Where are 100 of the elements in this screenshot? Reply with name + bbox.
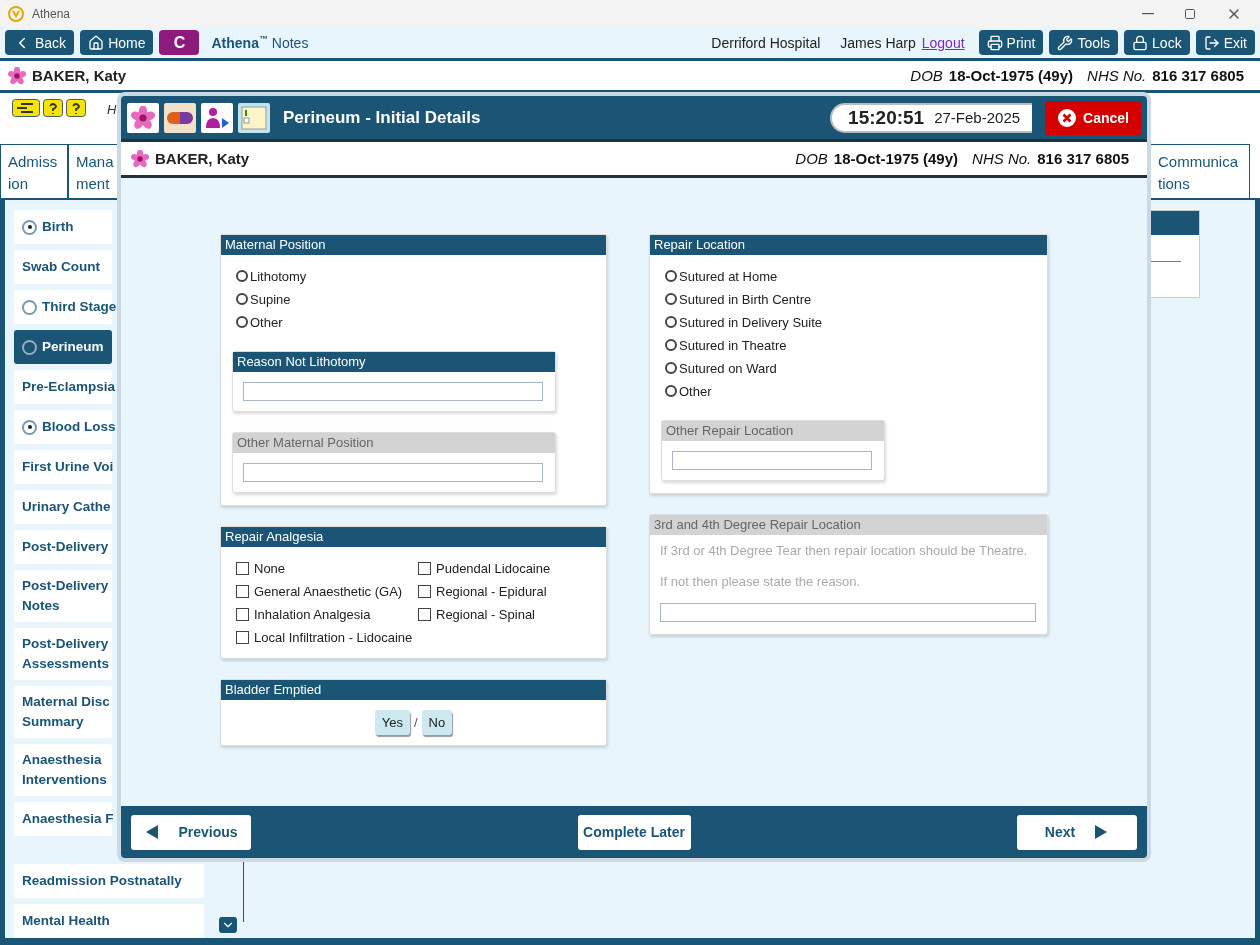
radio-option[interactable]: Other: [236, 313, 606, 331]
dob-label: DOB: [910, 67, 943, 85]
radio-option[interactable]: Sutured on Ward: [665, 359, 1047, 377]
sub-panel-header: Reason Not Lithotomy: [233, 352, 555, 372]
app-logo-icon: [8, 5, 24, 22]
tools-button[interactable]: Tools: [1049, 30, 1119, 56]
radio-button[interactable]: [665, 316, 677, 328]
radio-button[interactable]: [665, 362, 677, 374]
checkbox[interactable]: [418, 607, 431, 621]
checkbox-option[interactable]: Inhalation Analgesia: [236, 605, 418, 623]
scroll-down-button[interactable]: [219, 917, 237, 933]
checkbox-option[interactable]: Regional - Epidural: [418, 582, 606, 600]
cancel-button[interactable]: Cancel: [1045, 100, 1141, 135]
radio-button[interactable]: [236, 316, 248, 328]
printer-icon: [986, 34, 1003, 51]
radio-button[interactable]: [665, 293, 677, 305]
sidebar-item[interactable]: Post-Delivery Notes: [14, 570, 112, 622]
panel-header: Bladder Emptied: [221, 680, 606, 700]
dob-value: 18-Oct-1975 (49y): [948, 67, 1074, 85]
checkbox-option[interactable]: Regional - Spinal: [418, 605, 606, 623]
print-button[interactable]: Print: [978, 30, 1044, 56]
checkbox-option[interactable]: Local Infiltration - Lidocaine: [236, 628, 418, 646]
pill-icon[interactable]: [164, 102, 196, 133]
flower-tile-icon[interactable]: [127, 102, 159, 133]
radio-option[interactable]: Sutured in Delivery Suite: [665, 313, 1047, 331]
nhs-label: NHS No.: [1087, 67, 1147, 85]
sidebar-item[interactable]: Urinary Cathe: [14, 490, 112, 524]
lock-icon: [1132, 34, 1149, 51]
app-brand: Athena$^{™}$ Notes: [211, 34, 309, 51]
dob-value: 18-Oct-1975 (49y): [833, 150, 959, 167]
radio-option[interactable]: Sutured in Birth Centre: [665, 290, 1047, 308]
no-button[interactable]: No: [421, 710, 453, 735]
previous-button[interactable]: Previous: [131, 814, 251, 850]
lock-button[interactable]: Lock: [1124, 30, 1190, 56]
notepad-icon[interactable]: [238, 102, 270, 133]
home-icon: [88, 34, 105, 51]
flower-icon: [8, 66, 26, 85]
home-button[interactable]: Home: [80, 30, 154, 56]
nhs-label: NHS No.: [972, 150, 1032, 167]
patient-name: BAKER, Katy: [32, 67, 127, 85]
window-title: Athena: [32, 6, 71, 21]
flower-icon: [131, 149, 149, 168]
panel-header: Repair Location: [650, 235, 1047, 255]
checkbox[interactable]: [418, 584, 431, 598]
section-tab[interactable]: Admiss ion: [0, 144, 68, 198]
logout-link[interactable]: Logout: [921, 34, 965, 51]
checkbox[interactable]: [418, 561, 431, 575]
sidebar-item[interactable]: Post-Delivery Assessments: [14, 628, 112, 680]
checkbox-option[interactable]: None: [236, 559, 418, 577]
radio-button[interactable]: [665, 270, 677, 282]
date-time-display: 15:20:51 27-Feb-2025: [830, 102, 1033, 133]
hospital-name: Derriford Hospital: [711, 34, 821, 51]
complete-later-button[interactable]: Complete Later: [577, 814, 691, 850]
yes-button[interactable]: Yes: [374, 710, 410, 735]
radio-option[interactable]: Lithotomy: [236, 267, 606, 285]
sidebar-item[interactable]: Perineum: [14, 330, 112, 364]
flower-icon: [131, 105, 155, 130]
checkbox-option[interactable]: General Anaesthetic (GA): [236, 582, 418, 600]
alert-icon: [43, 99, 63, 118]
panel-header: 3rd and 4th Degree Repair Location: [650, 515, 1047, 535]
panel-header: Repair Analgesia: [221, 527, 606, 547]
sidebar-item[interactable]: Post-Delivery: [14, 530, 112, 564]
module-button[interactable]: C: [159, 30, 200, 56]
checkbox[interactable]: [236, 561, 249, 575]
radio-option[interactable]: Sutured at Home: [665, 267, 1047, 285]
radio-option[interactable]: Sutured in Theatre: [665, 336, 1047, 354]
wrench-icon: [1057, 34, 1074, 51]
sidebar-item[interactable]: Maternal Disc Summary: [14, 686, 112, 738]
nhs-value: 816 317 6805: [1152, 67, 1244, 85]
panel-header: Maternal Position: [221, 235, 606, 255]
radio-button[interactable]: [236, 270, 248, 282]
dialog-title: Perineum - Initial Details: [283, 107, 481, 128]
sidebar-item[interactable]: Swab Count: [14, 250, 112, 284]
input-field[interactable]: [243, 382, 543, 401]
exit-button[interactable]: Exit: [1195, 30, 1255, 56]
radio-button[interactable]: [236, 293, 248, 305]
sub-panel-header: Other Maternal Position: [233, 433, 555, 453]
maximize-icon: [1184, 7, 1196, 20]
alert-icon: [12, 99, 40, 118]
next-button[interactable]: Next: [1017, 814, 1137, 850]
checkbox[interactable]: [236, 584, 249, 598]
exit-icon: [1203, 34, 1220, 51]
radio-option[interactable]: Supine: [236, 290, 606, 308]
checkbox[interactable]: [236, 630, 249, 644]
checkbox-option[interactable]: Pudendal Lidocaine: [418, 559, 606, 577]
dob-label: DOB: [795, 150, 828, 167]
sidebar-item[interactable]: Anaesthesia F: [14, 802, 112, 836]
sidebar-item[interactable]: Mental Health: [14, 904, 204, 938]
radio-button[interactable]: [665, 385, 677, 397]
radio-button[interactable]: [665, 339, 677, 351]
sidebar-item[interactable]: Birth: [14, 210, 112, 244]
sidebar-item[interactable]: First Urine Voi: [14, 450, 112, 484]
sidebar-item[interactable]: Readmission Postnatally: [14, 864, 204, 898]
checkbox[interactable]: [236, 607, 249, 621]
user-name: James Harp: [840, 34, 916, 51]
sidebar-item[interactable]: Anaesthesia Interventions: [14, 744, 112, 796]
back-button[interactable]: Back: [5, 30, 75, 56]
separator-slash: /: [414, 715, 418, 730]
minimize-icon[interactable]: [1142, 12, 1154, 15]
radio-option[interactable]: Other: [665, 382, 1047, 400]
